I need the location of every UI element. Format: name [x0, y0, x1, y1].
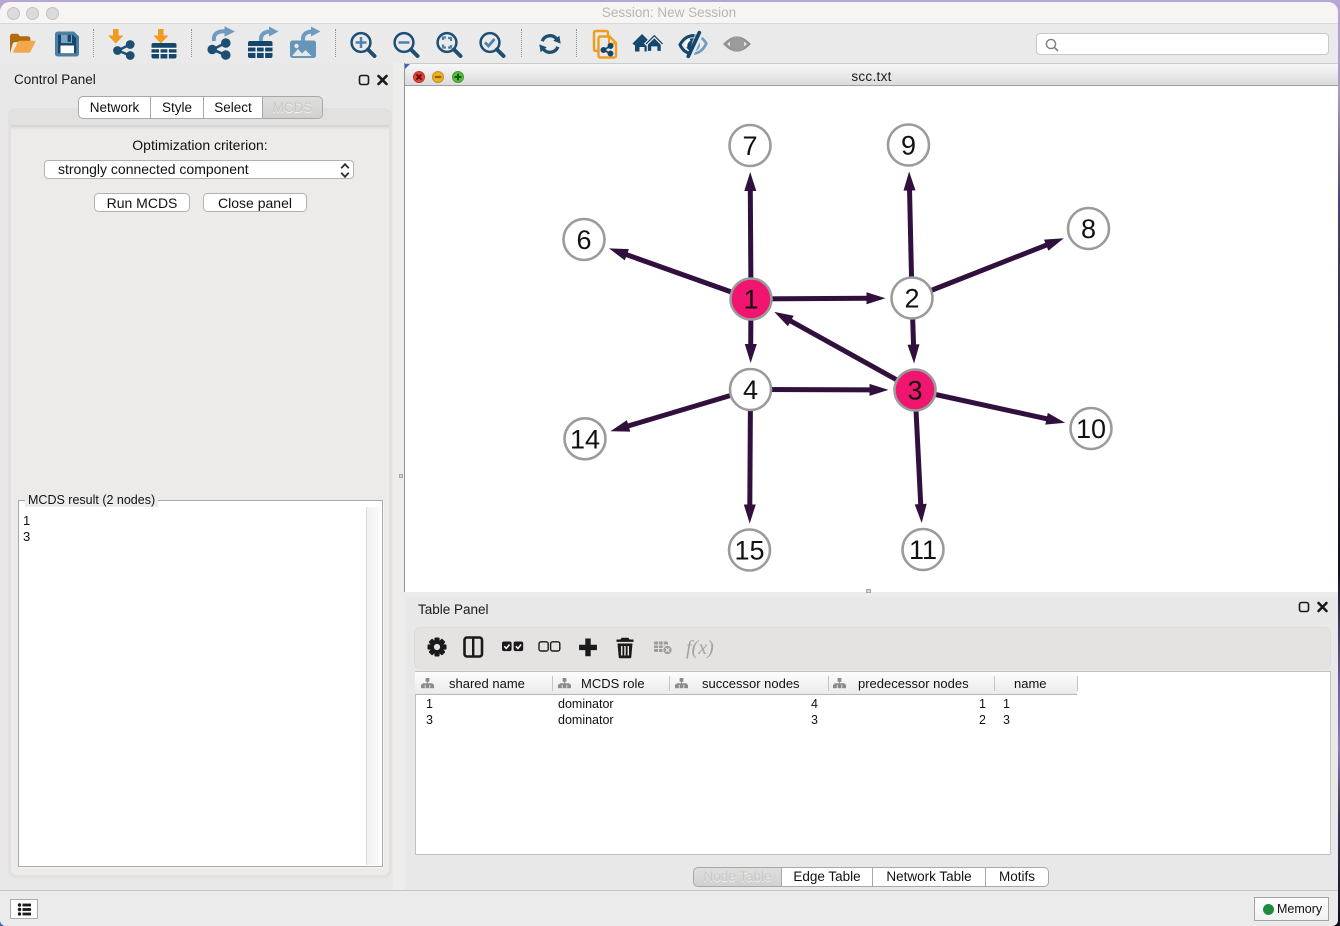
svg-text:10: 10: [1076, 414, 1106, 444]
svg-text:15: 15: [734, 536, 764, 566]
svg-text:4: 4: [743, 375, 758, 405]
svg-text:3: 3: [907, 376, 922, 406]
svg-text:7: 7: [742, 131, 757, 161]
svg-text:1: 1: [743, 285, 758, 315]
svg-text:6: 6: [576, 225, 591, 255]
svg-text:8: 8: [1081, 214, 1096, 244]
svg-text:14: 14: [570, 424, 600, 454]
svg-text:9: 9: [901, 131, 916, 161]
svg-text:2: 2: [904, 284, 919, 314]
svg-text:11: 11: [909, 535, 937, 565]
svg-text:f(x): f(x): [686, 637, 714, 659]
